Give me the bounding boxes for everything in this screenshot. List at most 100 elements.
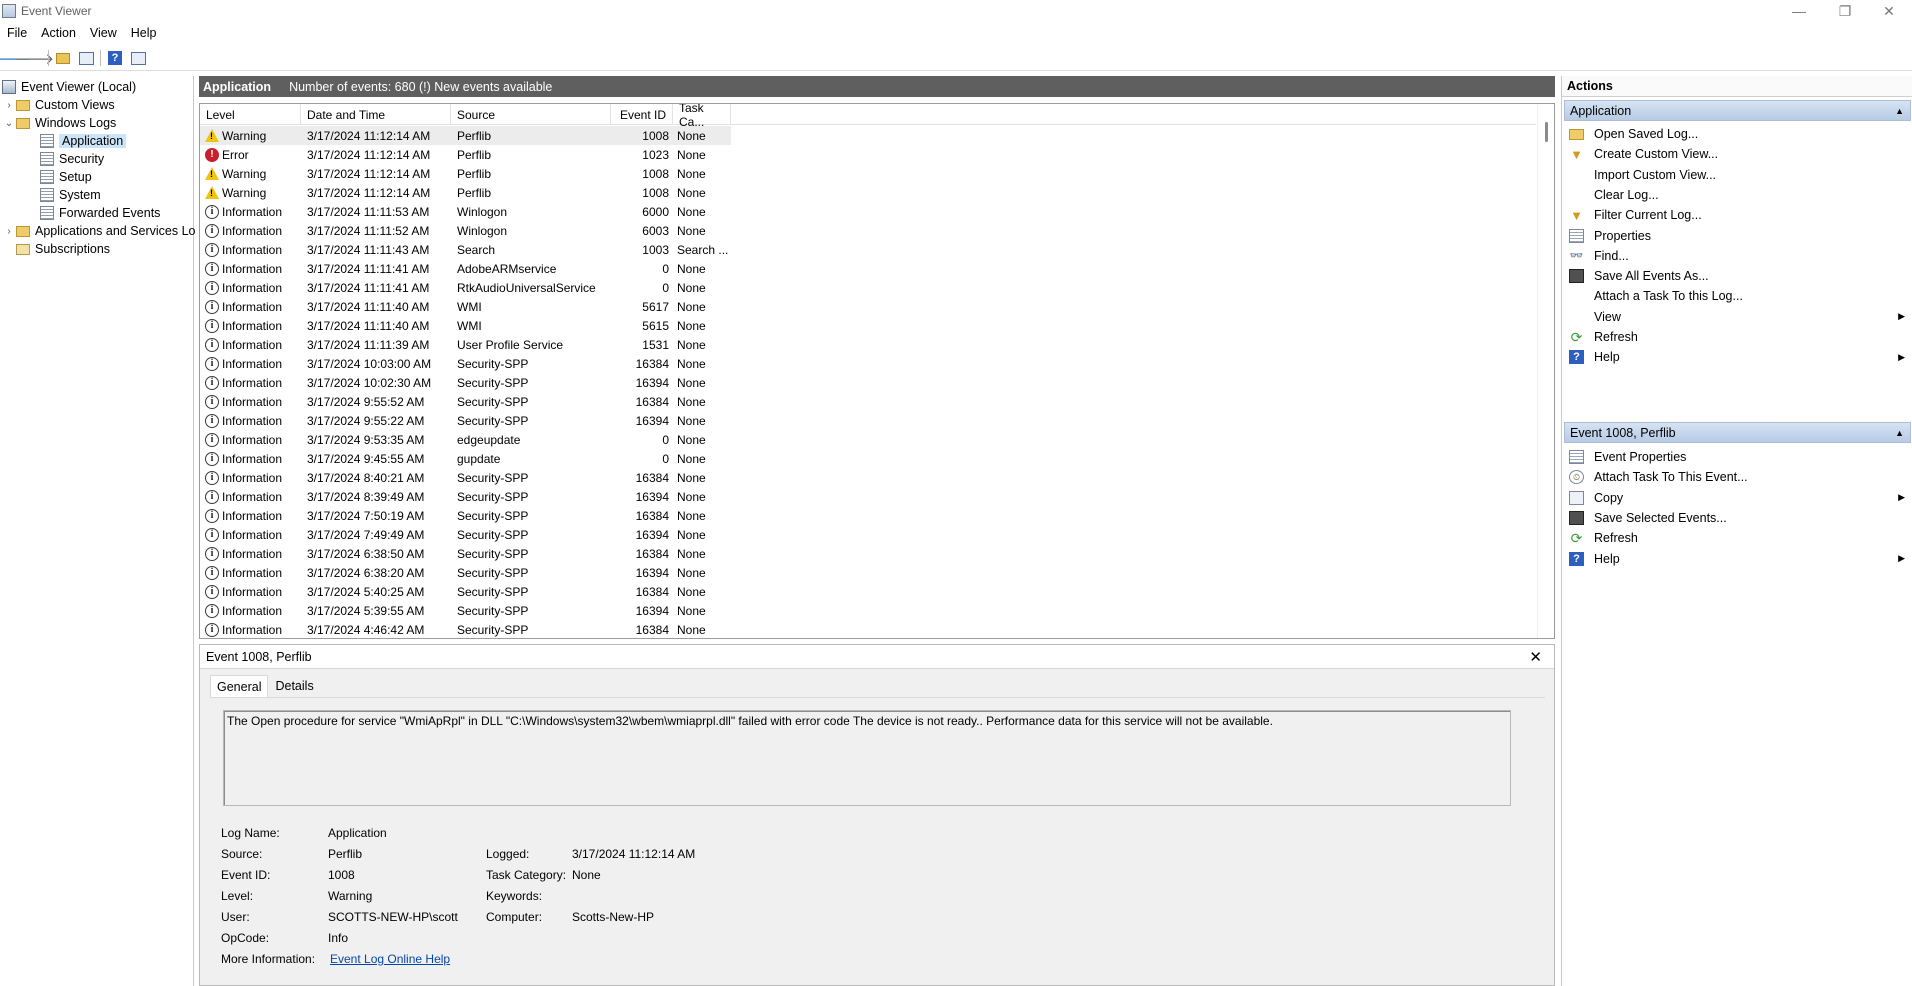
level-text: Information bbox=[222, 565, 283, 580]
tree-item-security[interactable]: Security bbox=[40, 150, 104, 168]
table-row[interactable]: i Information 3/17/2024 8:39:49 AM Security… bbox=[200, 487, 731, 506]
up-folder-icon[interactable] bbox=[54, 49, 72, 67]
tab-general[interactable]: General bbox=[210, 675, 269, 697]
task-icon: ⏲ bbox=[1569, 470, 1584, 485]
action-properties[interactable]: Properties bbox=[1564, 226, 1911, 246]
table-row[interactable]: i Information 3/17/2024 9:53:35 AM edgeupda… bbox=[200, 430, 731, 449]
table-row[interactable]: i Information 3/17/2024 8:40:21 AM Security… bbox=[200, 468, 731, 487]
menu-view[interactable]: View bbox=[83, 26, 124, 40]
show-hide-action-pane-icon[interactable] bbox=[129, 49, 147, 67]
actions-section-event[interactable]: Event 1008, Perflib ▲ bbox=[1564, 422, 1911, 443]
tree-item-forwarded-events[interactable]: Forwarded Events bbox=[40, 204, 160, 222]
collapse-chevron-icon[interactable]: ⌄ bbox=[4, 118, 14, 129]
table-row[interactable]: i Information 3/17/2024 9:45:55 AM gupdate 0… bbox=[200, 449, 731, 468]
event-log-online-help-link[interactable]: Event Log Online Help bbox=[330, 952, 450, 966]
table-row[interactable]: i Information 3/17/2024 6:38:50 AM Security… bbox=[200, 544, 731, 563]
help-icon[interactable]: ? bbox=[106, 49, 124, 67]
table-row[interactable]: i Information 3/17/2024 11:11:40 AM WMI 5615… bbox=[200, 316, 731, 335]
table-row[interactable]: Warning 3/17/2024 11:12:14 AM Perflib 1008 N… bbox=[200, 183, 731, 202]
scrollbar-thumb[interactable] bbox=[1545, 122, 1548, 142]
action-refresh[interactable]: ⟳ Refresh bbox=[1564, 528, 1911, 548]
tree-item-applications-and-services-logs[interactable]: › Applications and Services Lo bbox=[4, 222, 195, 240]
tree-item-custom-views[interactable]: › Custom Views bbox=[4, 96, 114, 114]
table-row[interactable]: i Information 3/17/2024 6:38:20 AM Security… bbox=[200, 563, 731, 582]
expand-chevron-icon[interactable]: › bbox=[4, 100, 14, 111]
action-event-properties[interactable]: Event Properties bbox=[1564, 447, 1911, 467]
minimize-button[interactable]: — bbox=[1776, 0, 1822, 22]
action-help[interactable]: ? Help ▶ bbox=[1564, 347, 1911, 367]
table-row[interactable]: i Information 3/17/2024 10:03:00 AM Securit… bbox=[200, 354, 731, 373]
close-icon[interactable]: ✕ bbox=[1529, 648, 1542, 666]
information-icon: i bbox=[205, 584, 219, 599]
tree-item-windows-logs[interactable]: ⌄ Windows Logs bbox=[4, 114, 117, 132]
table-row[interactable]: i Information 3/17/2024 11:11:43 AM Search 1… bbox=[200, 240, 731, 259]
action-create-custom-view[interactable]: ▼ Create Custom View... bbox=[1564, 144, 1911, 164]
table-row[interactable]: Warning 3/17/2024 11:12:14 AM Perflib 1008 N… bbox=[200, 126, 731, 145]
table-row[interactable]: ! Error 3/17/2024 11:12:14 AM Perflib 1023 No… bbox=[200, 145, 731, 164]
menu-action[interactable]: Action bbox=[34, 26, 83, 40]
table-row[interactable]: i Information 3/17/2024 11:11:41 AM AdobeAR… bbox=[200, 259, 731, 278]
column-header-level[interactable]: Level bbox=[200, 104, 301, 125]
collapse-caret-icon[interactable]: ▲ bbox=[1895, 428, 1904, 438]
tree-item-system[interactable]: System bbox=[40, 186, 101, 204]
folder-icon bbox=[1569, 128, 1584, 140]
actions-section-application[interactable]: Application ▲ bbox=[1564, 100, 1911, 121]
table-row[interactable]: i Information 3/17/2024 7:49:49 AM Security… bbox=[200, 525, 731, 544]
tree-item-setup[interactable]: Setup bbox=[40, 168, 92, 186]
table-row[interactable]: i Information 3/17/2024 11:11:52 AM Winlogo… bbox=[200, 221, 731, 240]
expand-chevron-icon[interactable]: › bbox=[4, 226, 14, 237]
column-header-task-category[interactable]: Task Ca... bbox=[673, 104, 731, 129]
action-filter-current-log[interactable]: ▼ Filter Current Log... bbox=[1564, 205, 1911, 225]
column-header-source[interactable]: Source bbox=[451, 104, 611, 125]
action-view[interactable]: View ▶ bbox=[1564, 307, 1911, 327]
action-clear-log[interactable]: Clear Log... bbox=[1564, 185, 1911, 205]
close-window-button[interactable]: ✕ bbox=[1866, 0, 1912, 22]
cell-source: Search bbox=[457, 242, 496, 257]
menu-file[interactable]: File bbox=[0, 26, 34, 40]
table-row[interactable]: i Information 3/17/2024 9:55:22 AM Security… bbox=[200, 411, 731, 430]
action-attach-task-to-this-event[interactable]: ⏲ Attach Task To This Event... bbox=[1564, 467, 1911, 487]
table-row[interactable]: i Information 3/17/2024 11:11:39 AM User Pr… bbox=[200, 335, 731, 354]
table-row[interactable]: i Information 3/17/2024 5:39:55 AM Security… bbox=[200, 601, 731, 620]
cell-level: i Information bbox=[205, 221, 301, 240]
tab-details[interactable]: Details bbox=[268, 675, 320, 697]
level-text: Information bbox=[222, 546, 283, 561]
table-row[interactable]: i Information 3/17/2024 5:40:25 AM Security… bbox=[200, 582, 731, 601]
table-row[interactable]: i Information 3/17/2024 9:55:52 AM Security… bbox=[200, 392, 731, 411]
vertical-scrollbar[interactable] bbox=[1537, 104, 1554, 638]
tree-item-event-viewer-local[interactable]: Event Viewer (Local) bbox=[2, 78, 136, 96]
action-open-saved-log[interactable]: Open Saved Log... bbox=[1564, 124, 1911, 144]
action-refresh[interactable]: ⟳ Refresh bbox=[1564, 327, 1911, 347]
action-label: Copy bbox=[1594, 490, 1624, 505]
column-header-event-id[interactable]: Event ID bbox=[611, 104, 673, 125]
table-row[interactable]: i Information 3/17/2024 10:02:30 AM Securit… bbox=[200, 373, 731, 392]
menu-help[interactable]: Help bbox=[124, 26, 164, 40]
event-description-textbox[interactable]: The Open procedure for service "WmiApRpl… bbox=[223, 710, 1511, 806]
action-help[interactable]: ? Help ▶ bbox=[1564, 549, 1911, 569]
table-row[interactable]: i Information 3/17/2024 11:11:40 AM WMI 5617… bbox=[200, 297, 731, 316]
collapse-caret-icon[interactable]: ▲ bbox=[1895, 106, 1904, 116]
action-copy[interactable]: Copy ▶ bbox=[1564, 488, 1911, 508]
forward-arrow-icon[interactable]: 🡒 bbox=[14, 49, 54, 68]
maximize-button[interactable]: ❐ bbox=[1822, 0, 1868, 22]
table-row[interactable]: Warning 3/17/2024 11:12:14 AM Perflib 1008 N… bbox=[200, 164, 731, 183]
cell-task-category: None bbox=[677, 622, 706, 637]
column-header-date-time[interactable]: Date and Time bbox=[301, 104, 451, 125]
action-save-selected-events[interactable]: Save Selected Events... bbox=[1564, 508, 1911, 528]
table-row[interactable]: i Information 3/17/2024 4:46:42 AM Security… bbox=[200, 620, 731, 638]
table-row[interactable]: i Information 3/17/2024 11:11:53 AM Winlogo… bbox=[200, 202, 731, 221]
tree-item-subscriptions[interactable]: Subscriptions bbox=[16, 240, 110, 258]
action-attach-a-task-to-this-log[interactable]: Attach a Task To this Log... bbox=[1564, 286, 1911, 306]
table-row[interactable]: i Information 3/17/2024 7:50:19 AM Security… bbox=[200, 506, 731, 525]
action-label: Event Properties bbox=[1594, 450, 1687, 464]
action-import-custom-view[interactable]: Import Custom View... bbox=[1564, 165, 1911, 185]
action-save-all-events-as[interactable]: Save All Events As... bbox=[1564, 266, 1911, 286]
cell-date-time: 3/17/2024 7:49:49 AM bbox=[307, 527, 425, 542]
tree-item-application[interactable]: Application bbox=[40, 132, 127, 150]
level-text: Information bbox=[222, 375, 283, 390]
action-find[interactable]: 👓 Find... bbox=[1564, 246, 1911, 266]
table-row[interactable]: i Information 3/17/2024 11:11:41 AM RtkAudi… bbox=[200, 278, 731, 297]
show-hide-tree-icon[interactable] bbox=[77, 49, 95, 67]
value-opcode: Info bbox=[328, 931, 349, 945]
level-text: Information bbox=[222, 318, 283, 333]
